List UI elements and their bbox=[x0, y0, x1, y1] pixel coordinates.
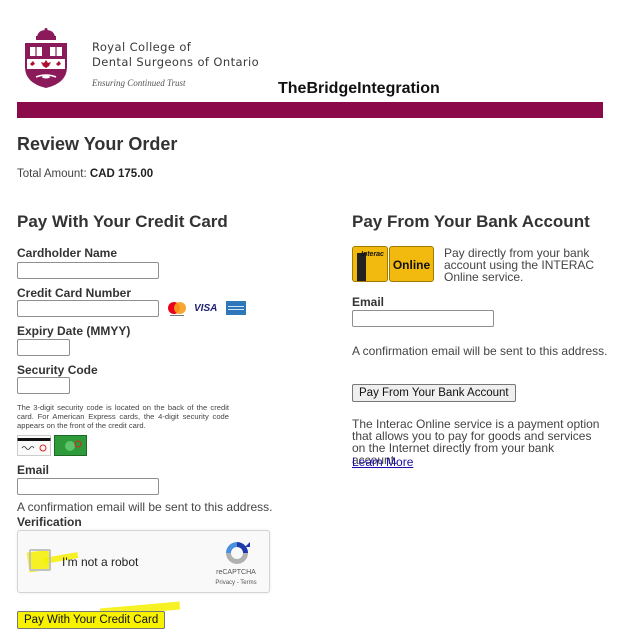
integration-title: TheBridgeIntegration bbox=[278, 80, 440, 97]
org-name-line1: Royal College of bbox=[92, 40, 192, 54]
security-code-label: Security Code bbox=[17, 363, 98, 377]
bank-email-label: Email bbox=[352, 295, 385, 309]
credit-card-heading: Pay With Your Credit Card bbox=[17, 212, 228, 231]
amex-icon bbox=[226, 301, 246, 315]
security-code-input[interactable] bbox=[17, 377, 70, 394]
card-number-input[interactable] bbox=[17, 300, 159, 317]
bank-account-heading: Pay From Your Bank Account bbox=[352, 212, 590, 231]
bank-email-input[interactable] bbox=[352, 310, 494, 327]
pay-bank-account-button[interactable]: Pay From Your Bank Account bbox=[352, 384, 516, 402]
cc-email-label: Email bbox=[17, 463, 50, 477]
security-code-help: The 3-digit security code is located on … bbox=[17, 403, 229, 430]
interac-logo: Interac bbox=[352, 246, 388, 282]
recaptcha-privacy-terms[interactable]: Privacy - Terms bbox=[211, 580, 261, 586]
review-order-heading: Review Your Order bbox=[17, 134, 178, 154]
expiry-date-label: Expiry Date (MMYY) bbox=[17, 324, 131, 338]
expiry-date-input[interactable] bbox=[17, 339, 70, 356]
org-name: Royal College of Dental Surgeons of Onta… bbox=[92, 40, 259, 70]
mastercard-icon bbox=[168, 302, 186, 316]
brand-bar bbox=[17, 102, 603, 118]
cc-email-input[interactable] bbox=[17, 478, 159, 495]
bank-description: Pay directly from your bank account usin… bbox=[444, 246, 595, 284]
recaptcha-brand: reCAPTCHA bbox=[216, 569, 256, 576]
cc-email-note: A confirmation email will be sent to thi… bbox=[17, 500, 273, 514]
pay-credit-card-button[interactable]: Pay With Your Credit Card bbox=[17, 611, 166, 629]
recaptcha-label: I'm not a robot bbox=[62, 555, 139, 569]
interac-logo-text: Interac bbox=[361, 251, 384, 258]
cardholder-name-label: Cardholder Name bbox=[17, 246, 118, 260]
total-amount-value: CAD 175.00 bbox=[89, 168, 154, 180]
card-back-cvv-icon bbox=[17, 435, 51, 456]
total-amount-label: Total Amount: bbox=[17, 168, 87, 180]
verification-label: Verification bbox=[17, 515, 82, 529]
cardholder-name-input[interactable] bbox=[17, 262, 159, 279]
card-front-cvv-icon bbox=[54, 435, 87, 456]
recaptcha-widget: I'm not a robot reCAPTCHA Privacy - Term… bbox=[17, 530, 270, 593]
bank-email-note: A confirmation email will be sent to thi… bbox=[352, 344, 608, 358]
total-amount: Total Amount: CAD 175.00 bbox=[17, 168, 153, 180]
org-name-line2: Dental Surgeons of Ontario bbox=[92, 55, 260, 69]
org-tagline: Ensuring Continued Trust bbox=[92, 78, 186, 88]
rcdso-crest-logo bbox=[25, 28, 67, 88]
online-logo-text: Online bbox=[392, 258, 431, 272]
card-number-label: Credit Card Number bbox=[17, 286, 132, 300]
learn-more-link[interactable]: Learn More bbox=[352, 455, 413, 469]
visa-icon: VISA bbox=[194, 303, 218, 314]
recaptcha-logo-icon bbox=[226, 542, 250, 564]
recaptcha-checkbox[interactable] bbox=[29, 549, 51, 571]
interac-online-logo: Online bbox=[389, 246, 434, 282]
